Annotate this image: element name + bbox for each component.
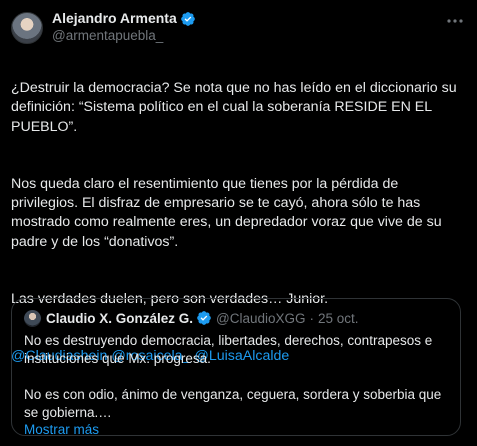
quoted-tweet[interactable]: Claudio X. González G. @ClaudioXGG · 25 … <box>11 298 461 438</box>
show-more-link[interactable]: Mostrar más <box>24 421 448 438</box>
quoted-display-name: Claudio X. González G. <box>46 310 194 326</box>
verified-badge-icon <box>196 310 212 326</box>
tweet-paragraph: Nos queda claro el resentimiento que tie… <box>11 176 442 250</box>
author-name-row: Alejandro Armenta <box>52 10 196 27</box>
tweet-card[interactable]: Alejandro Armenta @armentapuebla_ ¿Destr… <box>0 0 477 446</box>
tweet-paragraph: ¿Destruir la democracia? Se nota que no … <box>11 80 457 135</box>
author-names: Alejandro Armenta @armentapuebla_ <box>52 10 196 44</box>
author-display-name[interactable]: Alejandro Armenta <box>52 10 177 27</box>
author-handle[interactable]: @armentapuebla_ <box>52 27 196 44</box>
quoted-paragraph: No es destruyendo democracia, libertades… <box>24 333 433 366</box>
quoted-author-avatar <box>24 309 41 327</box>
quoted-paragraph: No es con odio, ánimo de venganza, cegue… <box>24 387 442 420</box>
quoted-header: Claudio X. González G. @ClaudioXGG · 25 … <box>24 309 448 327</box>
tweet-header: Alejandro Armenta @armentapuebla_ <box>11 10 465 52</box>
quoted-handle: @ClaudioXGG <box>216 310 306 326</box>
verified-badge-icon[interactable] <box>180 11 196 27</box>
separator-dot: · <box>309 310 315 326</box>
more-options-icon[interactable] <box>445 12 465 30</box>
quoted-timestamp[interactable]: 25 oct. <box>318 311 359 326</box>
quoted-text: No es destruyendo democracia, libertades… <box>24 332 448 422</box>
author-avatar[interactable] <box>11 12 43 44</box>
